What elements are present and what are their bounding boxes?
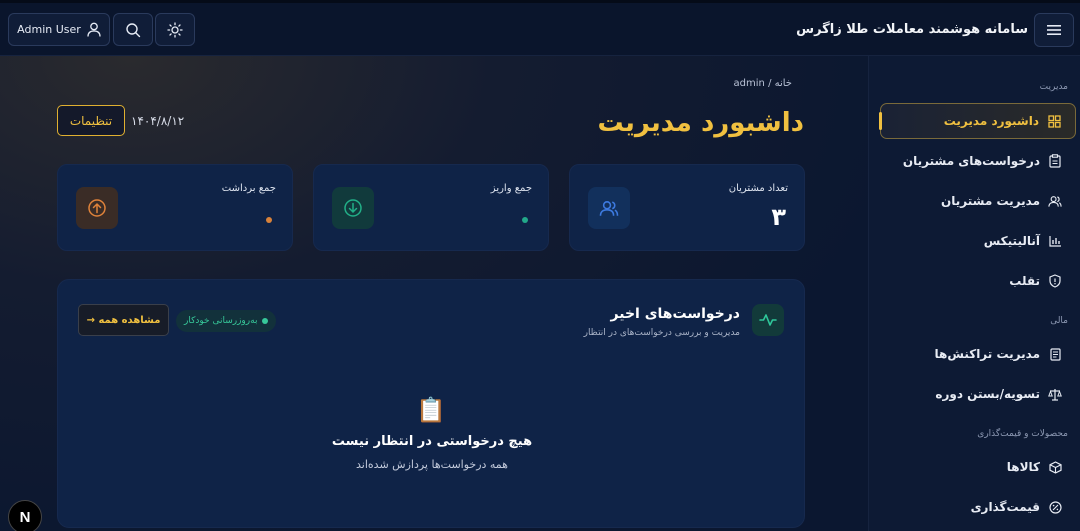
- live-dot: [262, 318, 269, 324]
- top-bar: سامانه هوشمند معاملات طلا زاگرس Admin Us…: [0, 0, 1080, 56]
- recent-requests-panel: درخواست‌های اخیر مدیریت و بررسی درخواست‌…: [57, 279, 805, 528]
- sidebar-item-label: تقلب: [1009, 274, 1040, 288]
- hamburger-icon: [1047, 25, 1061, 35]
- auto-refresh-badge: به‌روزرسانی خودکار: [176, 310, 277, 332]
- sidebar-item-goods[interactable]: کالاها: [880, 449, 1076, 485]
- user-name: Admin User: [17, 23, 81, 36]
- sidebar-item-label: مدیریت تراکنش‌ها: [934, 347, 1040, 361]
- arrow-up-circle-icon: [76, 187, 118, 229]
- user-menu-button[interactable]: Admin User: [8, 13, 110, 46]
- stat-card-withdrawals: جمع برداشت: [57, 164, 293, 251]
- settings-button[interactable]: تنظیمات: [57, 105, 125, 136]
- sidebar-item-label: کالاها: [1006, 460, 1040, 474]
- stat-card-deposits: جمع واریز: [313, 164, 549, 251]
- sun-icon: [167, 21, 183, 38]
- sidebar: مدیریت داشبورد مدیریت درخواست‌های مشتریا…: [868, 56, 1080, 531]
- dev-tools-badge[interactable]: N: [8, 500, 42, 531]
- page-title: داشبورد مدیریت: [597, 108, 804, 138]
- theme-toggle-button[interactable]: [155, 13, 195, 46]
- auto-refresh-label: به‌روزرسانی خودکار: [184, 316, 258, 326]
- sidebar-item-label: درخواست‌های مشتریان: [902, 154, 1040, 168]
- sidebar-item-label: داشبورد مدیریت: [943, 114, 1039, 128]
- stat-card-customers: تعداد مشتریان ۳: [569, 164, 805, 251]
- panel-subtitle: مدیریت و بررسی درخواست‌های در انتظار: [583, 328, 740, 338]
- stat-value: ۳: [771, 203, 786, 231]
- empty-state-title: هیچ درخواستی در انتظار نیست: [331, 434, 533, 449]
- box-icon: [1048, 460, 1062, 474]
- stat-label: تعداد مشتریان: [728, 183, 788, 194]
- sidebar-item-dashboard[interactable]: داشبورد مدیریت: [879, 103, 1076, 139]
- sidebar-item-customer-management[interactable]: مدیریت مشتریان: [880, 183, 1076, 219]
- users-icon: [1048, 194, 1062, 208]
- activity-icon: [752, 304, 784, 336]
- sidebar-item-label: آنالیتیکس: [983, 234, 1040, 248]
- panel-title: درخواست‌های اخیر: [610, 306, 740, 322]
- receipt-icon: [1048, 347, 1062, 361]
- empty-state-subtitle: همه درخواست‌ها پردازش شده‌اند: [356, 458, 508, 471]
- sidebar-item-pricing[interactable]: قیمت‌گذاری: [880, 489, 1076, 525]
- sidebar-item-transactions[interactable]: مدیریت تراکنش‌ها: [880, 336, 1076, 372]
- stat-label: جمع برداشت: [221, 183, 276, 194]
- section-label-management: مدیریت: [1039, 82, 1068, 92]
- clipboard-icon: [1048, 154, 1062, 168]
- current-date: ۱۴۰۴/۸/۱۲: [131, 114, 185, 128]
- sidebar-item-fraud[interactable]: تقلب: [880, 263, 1076, 299]
- users-icon: [588, 187, 630, 229]
- tag-icon: [1048, 500, 1062, 514]
- sidebar-item-analytics[interactable]: آنالیتیکس: [880, 223, 1076, 259]
- user-icon: [87, 22, 101, 37]
- search-icon: [126, 22, 141, 37]
- sidebar-item-label: قیمت‌گذاری: [970, 500, 1040, 514]
- view-all-button[interactable]: مشاهده همه →: [78, 304, 169, 336]
- sidebar-item-customer-requests[interactable]: درخواست‌های مشتریان: [880, 143, 1076, 179]
- grid-icon: [1047, 114, 1061, 128]
- status-dot: [522, 217, 528, 223]
- sidebar-item-settlement[interactable]: تسویه/بستن دوره: [880, 376, 1076, 412]
- section-label-products: محصولات و قیمت‌گذاری: [977, 429, 1068, 439]
- app-title: سامانه هوشمند معاملات طلا زاگرس: [796, 22, 1028, 37]
- bar-chart-icon: [1048, 234, 1062, 248]
- clipboard-icon: 📋: [416, 396, 446, 424]
- search-button[interactable]: [113, 13, 153, 46]
- menu-button[interactable]: [1034, 13, 1074, 47]
- arrow-down-circle-icon: [332, 187, 374, 229]
- status-dot: [266, 217, 272, 223]
- scale-icon: [1048, 387, 1062, 401]
- sidebar-item-label: تسویه/بستن دوره: [935, 387, 1040, 401]
- main-content: خانه / admin داشبورد مدیریت تنظیمات ۱۴۰۴…: [0, 56, 868, 531]
- shield-icon: [1048, 274, 1062, 288]
- sidebar-item-label: مدیریت مشتریان: [941, 194, 1040, 208]
- section-label-finance: مالی: [1050, 316, 1068, 326]
- breadcrumb[interactable]: خانه / admin: [734, 78, 792, 89]
- stat-label: جمع واریز: [490, 183, 532, 194]
